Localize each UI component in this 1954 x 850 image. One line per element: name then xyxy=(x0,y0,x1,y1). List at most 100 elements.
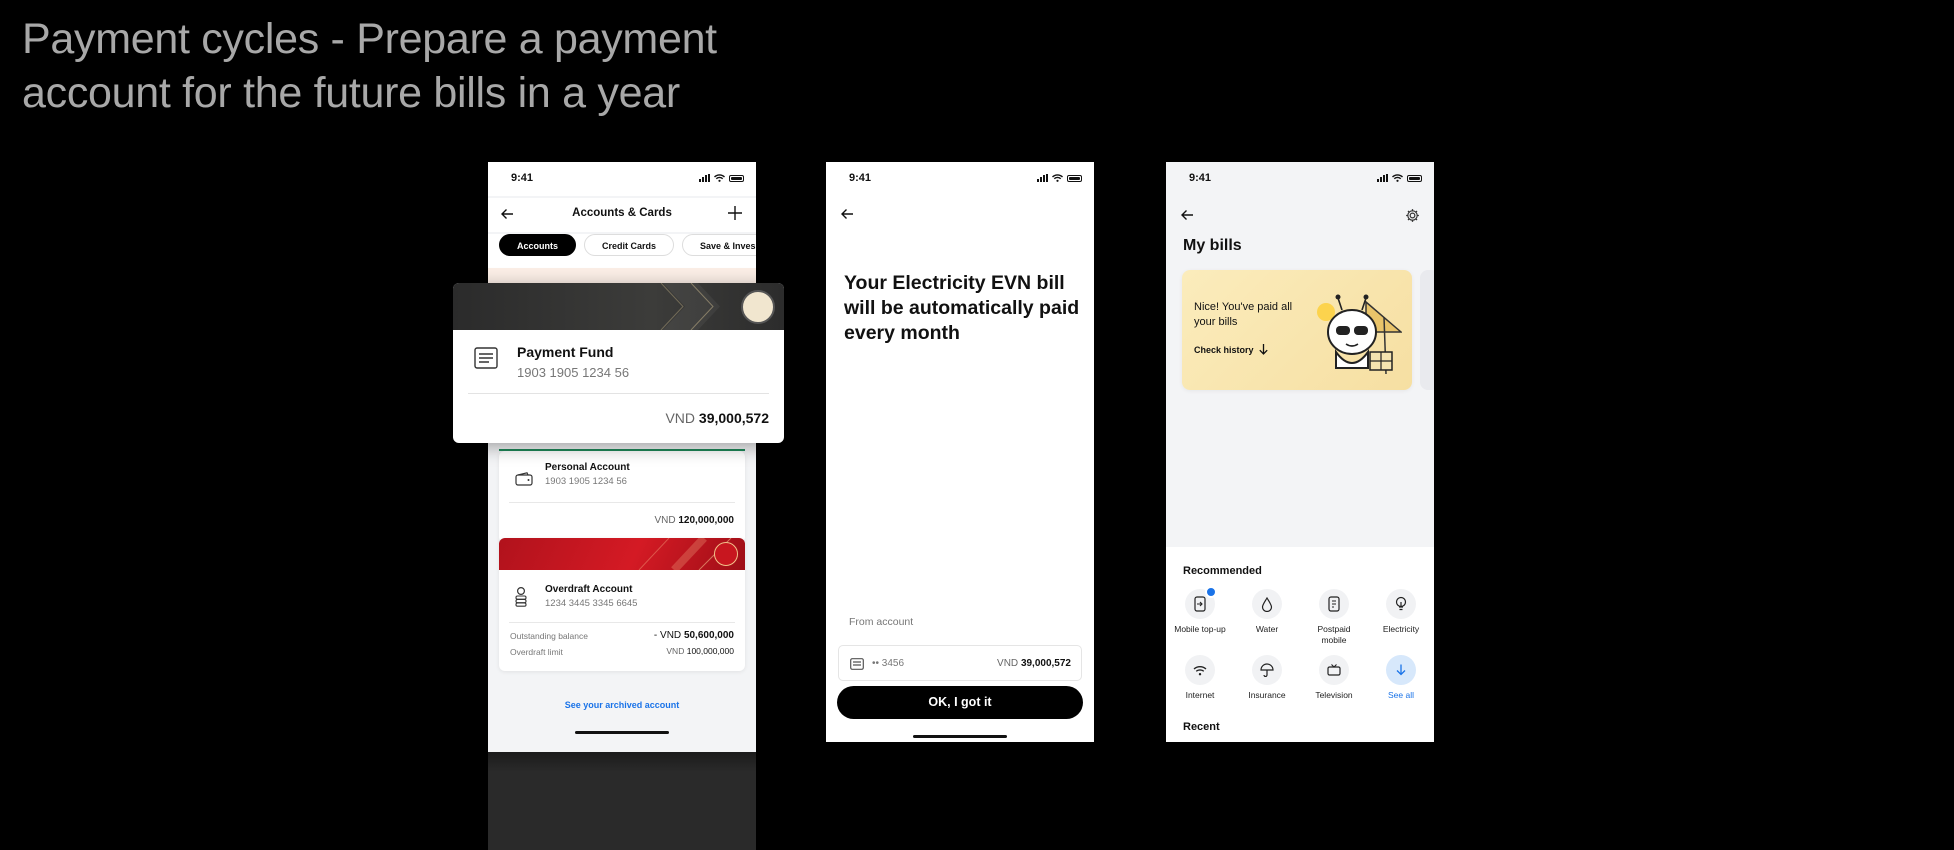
overdraft-account-number: 1234 3445 3345 6645 xyxy=(545,598,638,609)
service-see-all[interactable]: See all xyxy=(1372,655,1430,701)
service-label: Electricity xyxy=(1382,624,1420,634)
slide-title: Payment cycles - Prepare a payment accou… xyxy=(22,15,717,117)
banner-pattern xyxy=(638,538,732,570)
service-electricity[interactable]: Electricity xyxy=(1372,589,1430,635)
add-icon[interactable] xyxy=(728,206,742,220)
phone-my-bills: 9:41 My bills Nice! You've paid all your… xyxy=(1166,162,1434,742)
wifi-icon xyxy=(1185,655,1215,685)
service-label: Postpaid mobile xyxy=(1317,624,1351,645)
status-bar: 9:41 xyxy=(826,162,1094,196)
status-icons xyxy=(1037,174,1082,182)
overdraft-limit-label: Overdraft limit xyxy=(510,647,563,657)
settings-gear-icon[interactable] xyxy=(1405,208,1420,223)
currency-label: VND xyxy=(997,658,1019,669)
personal-account-card[interactable]: Personal Account 1903 1905 1234 56 VND 1… xyxy=(499,451,745,543)
receipt-icon xyxy=(474,347,498,369)
service-insurance[interactable]: Insurance xyxy=(1238,655,1296,701)
status-icons xyxy=(1377,174,1422,182)
divider xyxy=(468,393,769,394)
personal-account-number: 1903 1905 1234 56 xyxy=(545,476,627,487)
back-arrow-icon[interactable] xyxy=(1180,208,1194,222)
payment-fund-number: 1903 1905 1234 56 xyxy=(517,365,630,380)
nav-bar: Accounts & Cards xyxy=(488,198,756,232)
umbrella-icon xyxy=(1252,655,1282,685)
receipt-icon xyxy=(850,658,864,670)
recommended-label: Recommended xyxy=(1183,565,1262,577)
autopay-headline: Your Electricity EVN bill will be automa… xyxy=(844,272,1080,344)
wifi-status-icon xyxy=(1392,174,1403,182)
account-balance: VND 39,000,572 xyxy=(997,658,1071,669)
payment-fund-balance: VND 39,000,572 xyxy=(665,410,769,426)
outstanding-amount: 50,600,000 xyxy=(683,630,734,641)
recommended-sheet: Recommended Mobile top-up Water Postpaid… xyxy=(1166,547,1434,742)
water-drop-icon xyxy=(1252,589,1282,619)
personal-account-balance: VND 120,000,000 xyxy=(654,515,734,526)
outstanding-balance-value: - VND 50,600,000 xyxy=(654,630,734,641)
battery-icon xyxy=(1067,174,1082,182)
chevron-pattern xyxy=(660,283,720,330)
from-account-selector[interactable]: •• 3456 VND 39,000,572 xyxy=(838,645,1082,681)
tab-credit-cards[interactable]: Credit Cards xyxy=(584,234,675,256)
tab-save-invest[interactable]: Save & Inves xyxy=(682,234,756,256)
overdraft-account-card[interactable]: Overdraft Account 1234 3445 3345 6645 Ou… xyxy=(499,538,745,671)
tv-icon xyxy=(1319,655,1349,685)
battery-icon xyxy=(729,174,744,182)
outstanding-balance-label: Outstanding balance xyxy=(510,631,588,641)
back-arrow-icon[interactable] xyxy=(840,207,854,221)
banner-text: Nice! You've paid all your bills xyxy=(1194,301,1293,328)
service-mobile-topup[interactable]: Mobile top-up xyxy=(1171,586,1229,635)
limit-currency: VND xyxy=(666,646,685,656)
personal-account-name: Personal Account xyxy=(545,462,630,473)
tab-accounts[interactable]: Accounts xyxy=(499,234,577,256)
signal-icon xyxy=(1377,174,1388,182)
overdraft-limit-value: VND 100,000,000 xyxy=(666,646,734,656)
wifi-status-icon xyxy=(714,174,725,182)
service-television[interactable]: Television xyxy=(1305,655,1363,701)
wifi-status-icon xyxy=(1052,174,1063,182)
phone-accounts-cards: 9:41 Accounts & Cards Accounts Credit Ca… xyxy=(488,162,756,850)
home-indicator xyxy=(913,735,1007,738)
zodiac-badge-icon xyxy=(714,542,738,566)
home-indicator xyxy=(575,731,669,734)
mascot-avatar-icon xyxy=(741,290,775,324)
overdraft-card-banner xyxy=(499,538,745,570)
bottom-fade xyxy=(488,752,756,850)
account-mask: •• 3456 xyxy=(872,658,905,669)
signal-icon xyxy=(699,174,710,182)
payment-fund-card[interactable]: Payment Fund 1903 1905 1234 56 VND 39,00… xyxy=(453,283,784,443)
currency-label: VND xyxy=(665,410,696,426)
service-water[interactable]: Water xyxy=(1238,589,1296,635)
service-label: Mobile top-up xyxy=(1174,624,1226,634)
overdraft-account-name: Overdraft Account xyxy=(545,584,633,595)
balance-value: 39,000,572 xyxy=(698,410,769,426)
from-account-label: From account xyxy=(849,616,914,628)
service-label: Internet xyxy=(1185,690,1215,700)
battery-icon xyxy=(1407,174,1422,182)
service-postpaid-mobile[interactable]: Postpaid mobile xyxy=(1305,589,1363,646)
arrow-down-icon xyxy=(1258,344,1268,355)
next-banner-peek xyxy=(1420,270,1434,390)
all-bills-paid-banner: Nice! You've paid all your bills Check h… xyxy=(1182,270,1412,390)
balance-value: 39,000,572 xyxy=(1020,658,1071,669)
mobile-topup-icon xyxy=(1185,586,1217,619)
page-title: Accounts & Cards xyxy=(572,207,672,219)
coins-icon xyxy=(515,587,527,607)
recent-label: Recent xyxy=(1183,721,1220,733)
divider xyxy=(509,622,735,623)
archived-account-link[interactable]: See your archived account xyxy=(488,700,756,710)
ok-got-it-button[interactable]: OK, I got it xyxy=(837,686,1083,719)
postpaid-mobile-icon xyxy=(1319,589,1349,619)
status-bar: 9:41 xyxy=(488,162,756,196)
currency-label: VND xyxy=(654,515,676,526)
account-tabs: Accounts Credit Cards Save & Inves xyxy=(488,234,756,270)
lightbulb-icon xyxy=(1386,589,1416,619)
service-internet[interactable]: Internet xyxy=(1171,655,1229,701)
service-label: See all xyxy=(1388,690,1414,700)
check-history-link[interactable]: Check history xyxy=(1194,344,1268,355)
mascot-illustration xyxy=(1317,294,1402,375)
new-badge-icon xyxy=(1205,586,1217,598)
status-icons xyxy=(699,174,744,182)
service-label: Television xyxy=(1315,690,1353,700)
balance-value: 120,000,000 xyxy=(678,515,734,526)
status-time: 9:41 xyxy=(849,172,872,184)
